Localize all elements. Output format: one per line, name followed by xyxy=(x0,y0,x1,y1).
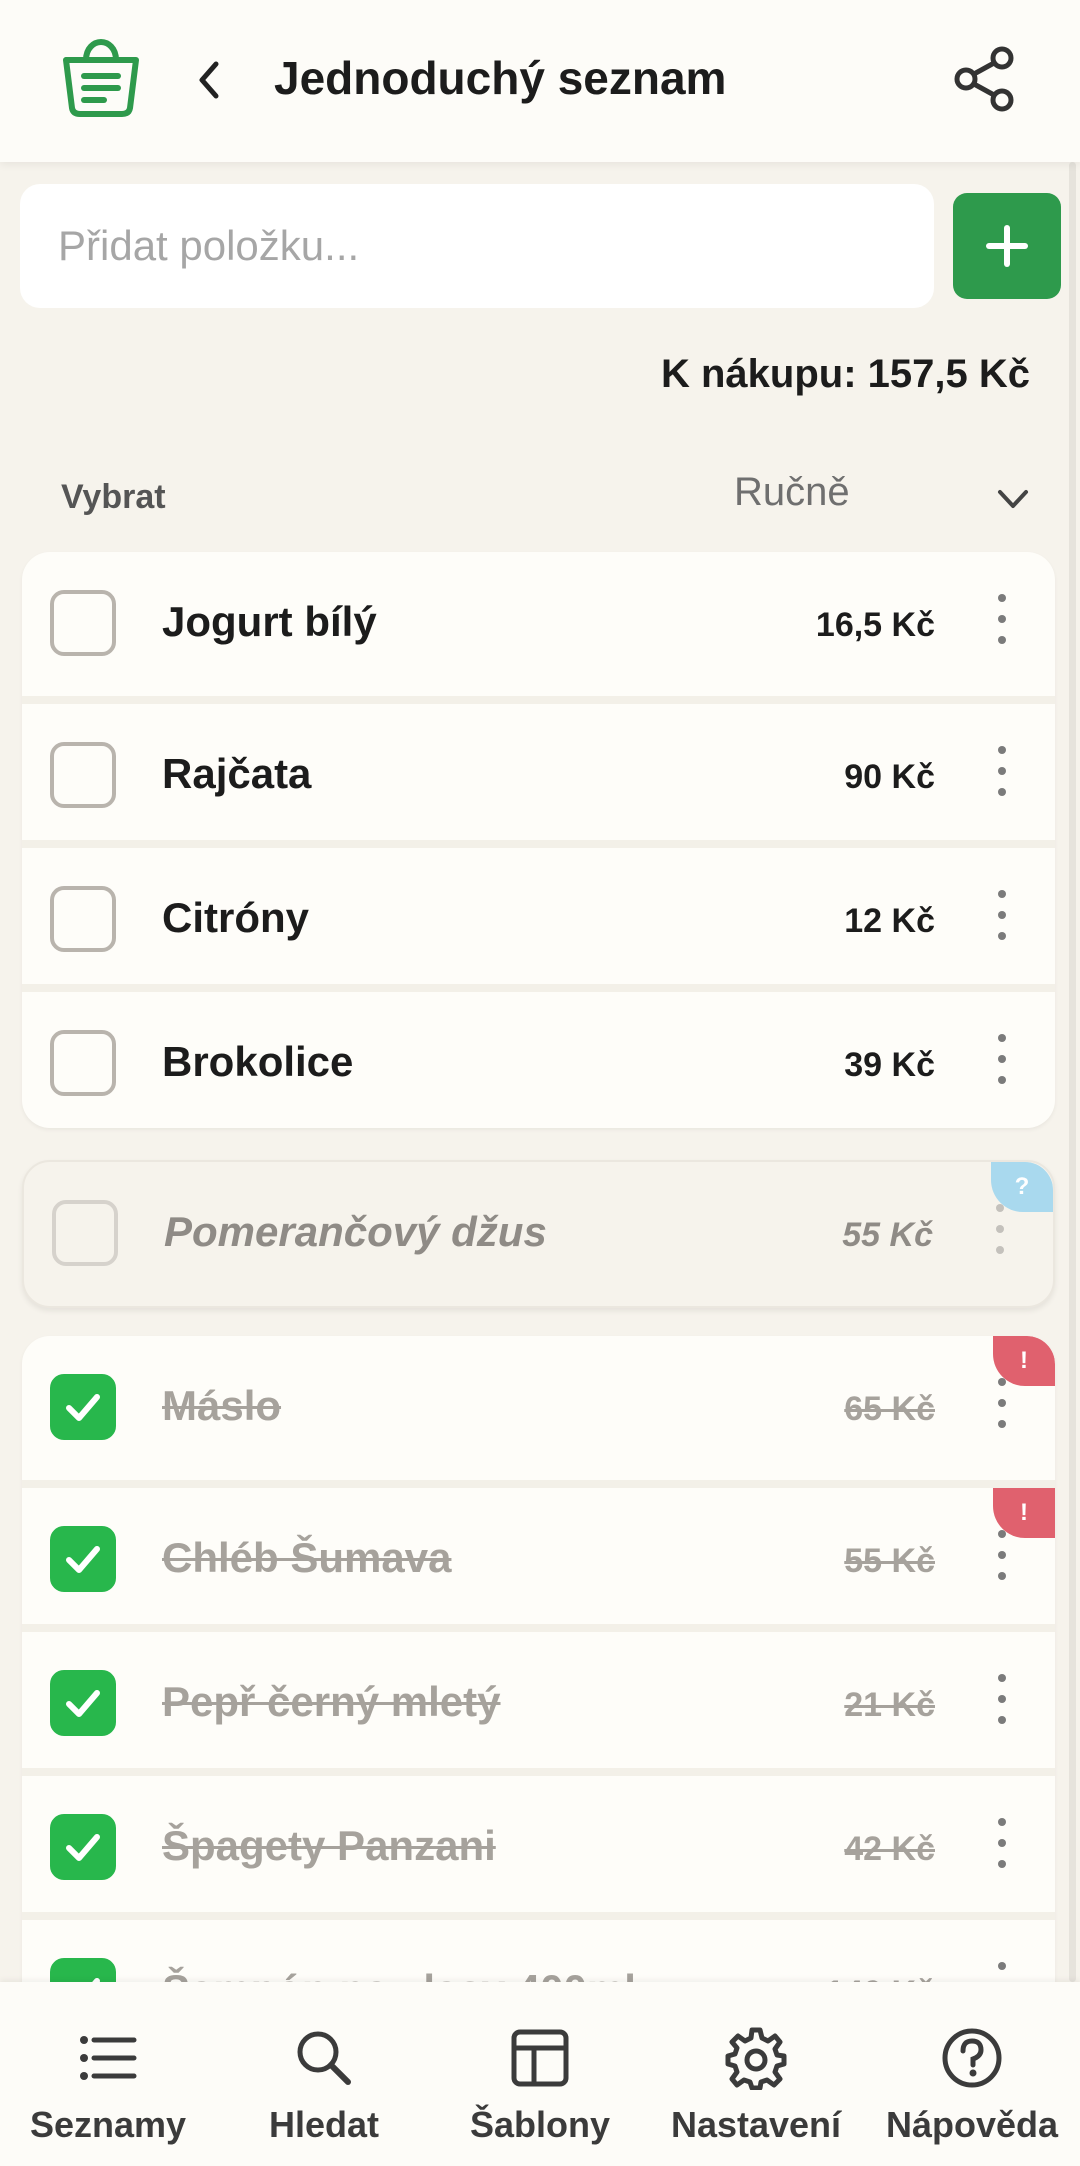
item-name: Brokolice xyxy=(162,1038,354,1085)
add-item-input[interactable] xyxy=(20,184,934,308)
item-price: 39 Kč xyxy=(844,1046,935,1084)
help-icon xyxy=(942,2028,1002,2088)
more-vert-icon[interactable] xyxy=(993,1674,1011,1734)
check-icon xyxy=(66,1690,100,1717)
item-price: 90 Kč xyxy=(844,758,935,796)
item-price: 16,5 Kč xyxy=(815,606,935,644)
list-item[interactable]: Rajčata 90 Kč xyxy=(22,696,1055,840)
chevron-down-icon[interactable] xyxy=(994,480,1032,518)
chevron-left-icon xyxy=(199,61,219,99)
page-title: Jednoduchý seznam xyxy=(274,52,727,104)
more-vert-icon[interactable] xyxy=(993,1818,1011,1878)
item-checkbox[interactable] xyxy=(50,886,116,952)
nav-settings[interactable]: Nastavení xyxy=(648,1982,864,2166)
nav-label: Nápověda xyxy=(885,2104,1059,2145)
scrollbar[interactable] xyxy=(1069,162,1076,1982)
item-name: Citróny xyxy=(162,894,309,941)
list-item[interactable]: Chléb Šumava 55 Kč ! xyxy=(22,1480,1055,1624)
more-vert-icon[interactable] xyxy=(993,890,1011,950)
item-name: Jogurt bílý xyxy=(162,598,377,645)
search-icon xyxy=(297,2031,351,2085)
nav-search[interactable]: Hledat xyxy=(216,1982,432,2166)
uncertain-items-card: Pomerančový džus 55 Kč ? xyxy=(22,1160,1055,1308)
item-price: 55 Kč xyxy=(842,1216,933,1254)
item-price: 55 Kč xyxy=(844,1542,935,1580)
nav-label: Šablony xyxy=(469,2104,611,2145)
item-name: Pepř černý mletý xyxy=(162,1678,501,1725)
item-price: 42 Kč xyxy=(844,1830,935,1868)
more-vert-icon[interactable] xyxy=(991,1204,1009,1264)
item-name: Máslo xyxy=(162,1382,282,1429)
item-checkbox[interactable] xyxy=(50,590,116,656)
item-name: Chléb Šumava xyxy=(162,1534,452,1581)
check-icon xyxy=(66,1394,100,1421)
item-checkbox-checked[interactable] xyxy=(50,1670,116,1736)
item-price: 65 Kč xyxy=(844,1390,935,1428)
more-vert-icon[interactable] xyxy=(993,1034,1011,1094)
item-checkbox[interactable] xyxy=(50,742,116,808)
list-item[interactable]: Máslo 65 Kč ! xyxy=(22,1336,1055,1480)
item-checkbox-checked[interactable] xyxy=(50,1374,116,1440)
list-item[interactable]: Pomerančový džus 55 Kč ? xyxy=(24,1162,1053,1306)
item-price: 12 Kč xyxy=(844,902,935,940)
plus-icon xyxy=(986,225,1028,267)
list-item[interactable]: Pepř černý mletý 21 Kč xyxy=(22,1624,1055,1768)
list-item[interactable]: Brokolice 39 Kč xyxy=(22,984,1055,1128)
app-header: Jednoduchý seznam xyxy=(0,0,1080,162)
more-vert-icon[interactable] xyxy=(993,746,1011,806)
item-checkbox[interactable] xyxy=(50,1030,116,1096)
item-price: 21 Kč xyxy=(844,1686,935,1724)
sort-dropdown[interactable]: Ručně xyxy=(734,470,850,515)
nav-label: Seznamy xyxy=(29,2104,187,2145)
nav-templates[interactable]: Šablony xyxy=(432,1982,648,2166)
add-item-button[interactable] xyxy=(953,193,1061,299)
item-name: Rajčata xyxy=(162,750,312,797)
gear-icon xyxy=(725,2027,787,2090)
check-icon xyxy=(66,1834,100,1861)
more-vert-icon[interactable] xyxy=(993,1530,1011,1590)
more-vert-icon[interactable] xyxy=(993,594,1011,654)
nav-label: Nastavení xyxy=(670,2104,842,2145)
share-icon[interactable] xyxy=(950,44,1020,114)
list-icon xyxy=(80,2036,137,2080)
item-name: Špagety Panzani xyxy=(162,1822,496,1869)
nav-label: Hledat xyxy=(268,2104,380,2145)
checked-items-card: Máslo 65 Kč ! Chléb Šumava 55 Kč ! Pepř … xyxy=(22,1336,1055,2036)
check-icon xyxy=(66,1546,100,1573)
unchecked-items-card: Jogurt bílý 16,5 Kč Rajčata 90 Kč Citrón… xyxy=(22,552,1055,1128)
total-to-buy: K nákupu: 157,5 Kč xyxy=(660,352,1030,396)
basket-logo-icon[interactable] xyxy=(60,38,142,120)
nav-help[interactable]: Nápověda xyxy=(864,1982,1080,2166)
template-icon xyxy=(511,2029,569,2087)
list-item[interactable]: Citróny 12 Kč xyxy=(22,840,1055,984)
more-vert-icon[interactable] xyxy=(993,1378,1011,1438)
select-button[interactable]: Vybrat xyxy=(61,478,166,517)
item-name: Pomerančový džus xyxy=(164,1208,547,1255)
item-checkbox-checked[interactable] xyxy=(50,1526,116,1592)
item-checkbox-checked[interactable] xyxy=(50,1814,116,1880)
list-item[interactable]: Jogurt bílý 16,5 Kč xyxy=(22,552,1055,696)
list-item[interactable]: Špagety Panzani 42 Kč xyxy=(22,1768,1055,1912)
back-button[interactable] xyxy=(184,50,234,110)
bottom-navigation: Seznamy Hledat Šablony Nastavení Nápověd… xyxy=(0,1982,1080,2166)
item-checkbox[interactable] xyxy=(52,1200,118,1266)
nav-lists[interactable]: Seznamy xyxy=(0,1982,216,2166)
